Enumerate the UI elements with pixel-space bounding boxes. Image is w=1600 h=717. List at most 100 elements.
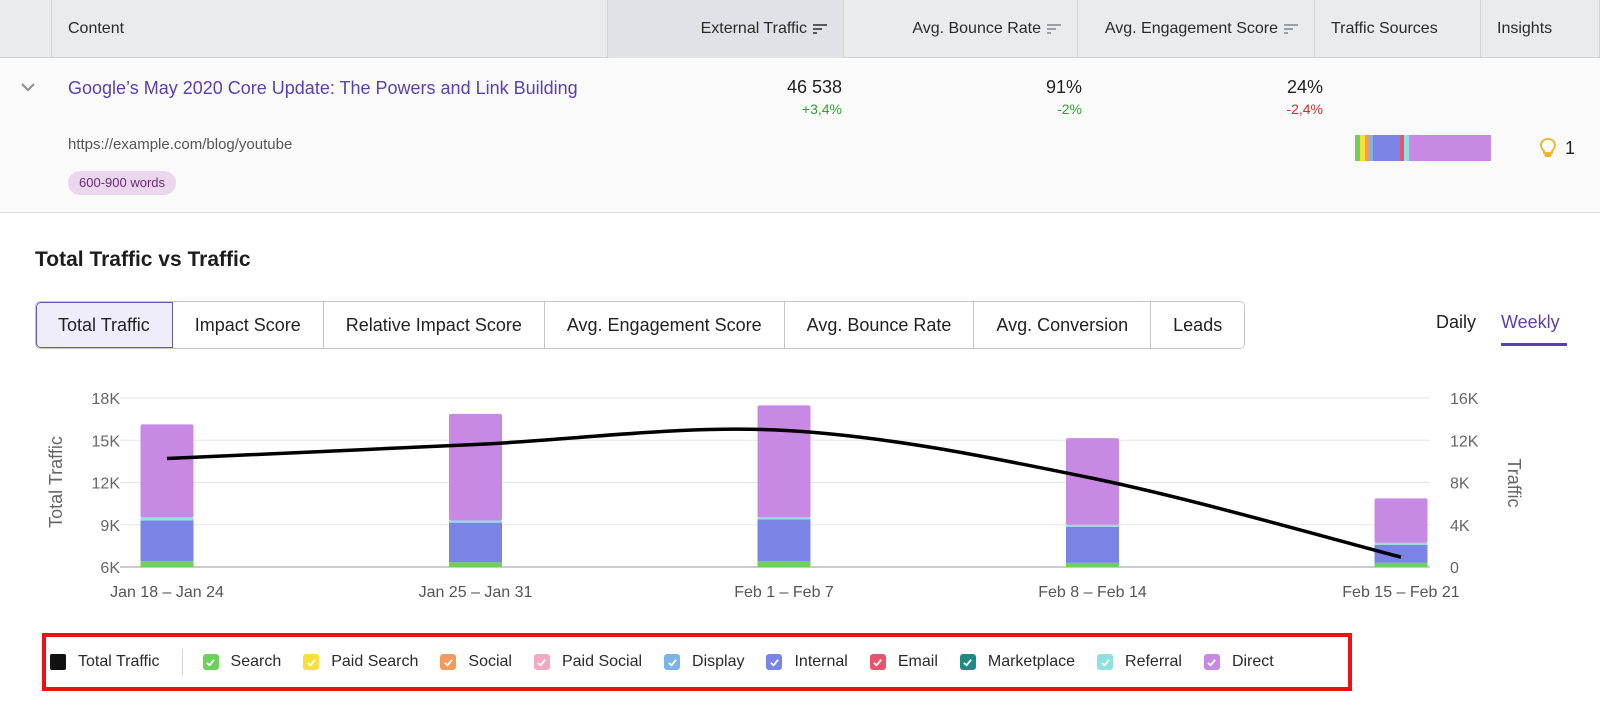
- checkbox-checked-icon[interactable]: [959, 654, 976, 670]
- legend-item-direct[interactable]: Direct: [1203, 653, 1274, 671]
- left-axis-label: Total Traffic: [46, 436, 66, 528]
- sort-icon[interactable]: [1284, 23, 1298, 35]
- period-daily-toggle[interactable]: Daily: [1436, 312, 1476, 333]
- table-header: Content External Traffic Avg. Bounce Rat…: [0, 0, 1600, 58]
- column-label: Insights: [1497, 20, 1553, 37]
- sort-icon[interactable]: [1047, 23, 1061, 35]
- column-label: External Traffic: [700, 20, 807, 37]
- legend-swatch-icon[interactable]: [50, 654, 66, 670]
- bar-segment-search: [1066, 562, 1119, 567]
- bar-segment-direct: [449, 413, 502, 521]
- column-label: Content: [68, 20, 125, 37]
- legend-item-search[interactable]: Search: [202, 653, 281, 671]
- insights-indicator[interactable]: 1: [1539, 137, 1575, 159]
- legend-item-marketplace[interactable]: Marketplace: [959, 653, 1076, 671]
- column-label: Traffic Sources: [1331, 20, 1438, 37]
- tab-total-traffic[interactable]: Total Traffic: [36, 302, 173, 348]
- column-header-external-traffic[interactable]: External Traffic: [608, 0, 844, 58]
- left-axis-tick: 9K: [100, 518, 120, 535]
- tab-impact-score[interactable]: Impact Score: [172, 302, 324, 348]
- bar-segment-direct: [1374, 498, 1428, 543]
- bar-segment-search: [140, 561, 194, 567]
- metric-tabs: Total Traffic Impact Score Relative Impa…: [35, 301, 1246, 349]
- x-axis-tick: Feb 1 – Feb 7: [734, 584, 834, 601]
- x-axis-tick: Jan 25 – Jan 31: [419, 584, 533, 601]
- column-label: Avg. Bounce Rate: [912, 20, 1041, 37]
- bar-segment-referral: [1374, 542, 1428, 545]
- content-title-link[interactable]: Google’s May 2020 Core Update: The Power…: [68, 75, 588, 102]
- bar-segment-internal: [140, 520, 194, 562]
- checkbox-checked-icon[interactable]: [440, 654, 457, 670]
- bounce-rate-value: 91%: [1045, 77, 1082, 97]
- bar-segment-direct: [757, 405, 811, 518]
- expand-column-header: [0, 0, 52, 58]
- checkbox-checked-icon[interactable]: [1097, 654, 1114, 670]
- legend-label: Referral: [1125, 653, 1182, 670]
- traffic-chart: 6K 9K 12K 15K 18K 0 4K 8K 12K 16K Total Traffic Tra…: [46, 391, 1524, 601]
- column-header-traffic-sources: Traffic Sources: [1315, 0, 1481, 58]
- legend-label: Marketplace: [987, 653, 1076, 670]
- sort-icon[interactable]: [813, 23, 827, 35]
- legend-label: Internal: [794, 653, 848, 670]
- period-weekly-toggle[interactable]: Weekly: [1501, 312, 1560, 333]
- legend-label: Direct: [1231, 653, 1274, 670]
- bar-segment-referral: [449, 520, 502, 523]
- chart-legend: Total Traffic Search Paid Search Social Paid…: [42, 633, 1352, 691]
- column-header-insights: Insights: [1481, 0, 1600, 58]
- x-axis-tick: Jan 18 – Jan 24: [110, 584, 224, 601]
- legend-label: Social: [468, 653, 512, 670]
- checkbox-checked-icon[interactable]: [303, 654, 320, 670]
- bounce-rate-delta: -2%: [1057, 101, 1082, 117]
- right-axis-label: Traffic: [1504, 458, 1524, 507]
- left-axis-tick: 15K: [92, 433, 121, 450]
- left-axis-tick: 12K: [92, 476, 121, 493]
- left-axis-tick: 6K: [100, 560, 120, 577]
- bar-segment-internal: [1066, 526, 1119, 563]
- legend-item-referral[interactable]: Referral: [1097, 653, 1182, 671]
- legend-item-email[interactable]: Email: [869, 653, 938, 671]
- right-axis-tick: 0: [1450, 560, 1459, 577]
- insights-count: 1: [1565, 137, 1576, 158]
- bar-segment-referral: [140, 517, 194, 521]
- chevron-down-icon[interactable]: [20, 79, 36, 95]
- legend-item-social[interactable]: Social: [440, 653, 512, 671]
- external-traffic-delta: +3,4%: [801, 101, 842, 117]
- traffic-sources-bar[interactable]: [1355, 135, 1491, 161]
- legend-item-paid-search[interactable]: Paid Search: [303, 653, 418, 671]
- legend-item-display[interactable]: Display: [664, 653, 744, 671]
- tab-avg-conversion[interactable]: Avg. Conversion: [974, 302, 1152, 348]
- checkbox-checked-icon[interactable]: [1203, 654, 1220, 670]
- legend-item-total-traffic[interactable]: Total Traffic: [50, 653, 160, 671]
- right-axis-tick: 12K: [1450, 433, 1479, 450]
- checkbox-checked-icon[interactable]: [664, 654, 681, 670]
- tab-avg-bounce-rate[interactable]: Avg. Bounce Rate: [784, 302, 975, 348]
- tab-relative-impact-score[interactable]: Relative Impact Score: [323, 302, 545, 348]
- checkbox-checked-icon[interactable]: [869, 654, 886, 670]
- bar-segment-internal: [757, 519, 811, 562]
- column-header-content[interactable]: Content: [52, 0, 608, 58]
- column-label: Avg. Engagement Score: [1104, 20, 1278, 37]
- right-axis-tick: 8K: [1450, 476, 1470, 493]
- bar-segment-referral: [757, 517, 811, 520]
- external-traffic-value: 46 538: [786, 77, 842, 97]
- tab-leads[interactable]: Leads: [1151, 302, 1245, 348]
- traffic-source-segment-direct: [1409, 135, 1491, 161]
- traffic-source-segment-internal: [1372, 135, 1400, 161]
- bar-segment-search: [757, 561, 811, 567]
- legend-label: Paid Search: [331, 653, 419, 670]
- legend-item-internal[interactable]: Internal: [766, 653, 848, 671]
- column-header-engagement-score[interactable]: Avg. Engagement Score: [1078, 0, 1315, 58]
- engagement-value: 24%: [1286, 77, 1323, 97]
- chart-title: Total Traffic vs Traffic: [35, 248, 251, 271]
- bounce-rate-cell: 91% -2%: [930, 75, 1082, 119]
- checkbox-checked-icon[interactable]: [533, 654, 550, 670]
- bar-segment-search: [449, 562, 502, 567]
- content-url: https://example.com/blog/youtube: [68, 136, 293, 153]
- checkbox-checked-icon[interactable]: [202, 654, 219, 670]
- x-axis-tick: Feb 15 – Feb 21: [1342, 584, 1460, 601]
- column-header-bounce-rate[interactable]: Avg. Bounce Rate: [844, 0, 1078, 58]
- checkbox-checked-icon[interactable]: [766, 654, 783, 670]
- tab-avg-engagement-score[interactable]: Avg. Engagement Score: [544, 302, 785, 348]
- legend-item-paid-social[interactable]: Paid Social: [533, 653, 642, 671]
- lightbulb-icon: [1540, 138, 1556, 157]
